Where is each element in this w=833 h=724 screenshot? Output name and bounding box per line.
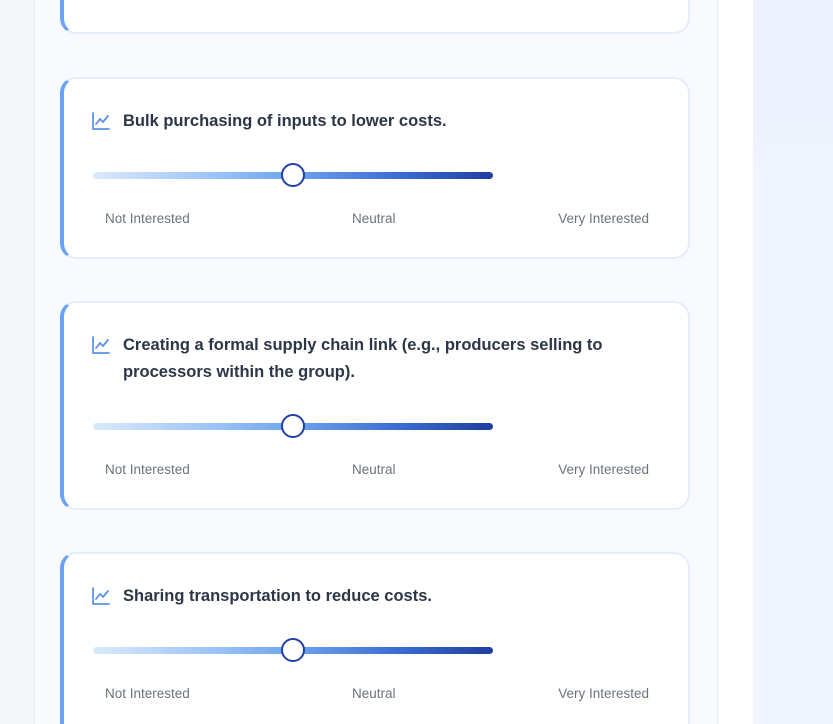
question-card-partial — [60, 0, 690, 34]
slider-thumb[interactable] — [281, 163, 305, 187]
interest-slider[interactable] — [93, 638, 493, 662]
panel-gutter — [716, 0, 753, 724]
interest-slider[interactable] — [93, 163, 493, 187]
question-text: Sharing transportation to reduce costs. — [123, 587, 432, 605]
question-card: Sharing transportation to reduce costs. … — [60, 552, 690, 724]
scale-label-right: Very Interested — [558, 462, 649, 477]
scale-label-left: Not Interested — [105, 211, 190, 226]
chart-line-icon — [92, 587, 110, 605]
question-text: Bulk purchasing of inputs to lower costs… — [123, 112, 447, 130]
scale-label-middle: Neutral — [352, 211, 396, 226]
background-gradient — [753, 0, 833, 724]
question-text: Creating a formal supply chain link (e.g… — [123, 336, 603, 381]
scale-label-left: Not Interested — [105, 462, 190, 477]
slider-thumb[interactable] — [281, 414, 305, 438]
scale-label-left: Not Interested — [105, 686, 190, 701]
survey-page: Bulk purchasing of inputs to lower costs… — [0, 0, 833, 724]
scale-label-middle: Neutral — [352, 686, 396, 701]
scale-label-right: Very Interested — [558, 211, 649, 226]
chart-line-icon — [92, 112, 110, 130]
question-card: Bulk purchasing of inputs to lower costs… — [60, 77, 690, 259]
slider-thumb[interactable] — [281, 638, 305, 662]
chart-line-icon — [92, 336, 110, 354]
interest-slider[interactable] — [93, 414, 493, 438]
question-card: Creating a formal supply chain link (e.g… — [60, 301, 690, 510]
scale-label-right: Very Interested — [558, 686, 649, 701]
scale-label-middle: Neutral — [352, 462, 396, 477]
